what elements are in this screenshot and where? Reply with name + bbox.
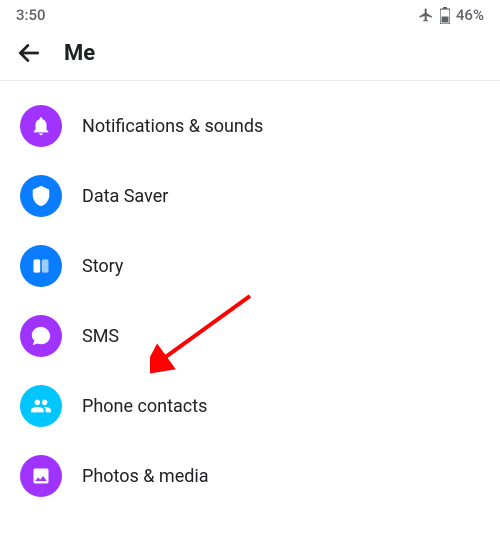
settings-item-notifications[interactable]: Notifications & sounds [0, 91, 500, 161]
airplane-mode-icon [418, 7, 434, 23]
battery-percent: 46% [456, 6, 484, 24]
status-bar: 3:50 46% [0, 0, 500, 28]
battery-icon [440, 7, 450, 24]
settings-item-label: Phone contacts [82, 396, 207, 417]
settings-item-story[interactable]: Story [0, 231, 500, 301]
shield-icon [20, 175, 62, 217]
settings-item-phone-contacts[interactable]: Phone contacts [0, 371, 500, 441]
photo-icon [20, 455, 62, 497]
arrow-left-icon [16, 40, 42, 66]
bell-icon [20, 105, 62, 147]
settings-item-label: SMS [82, 326, 119, 347]
settings-item-data-saver[interactable]: Data Saver [0, 161, 500, 231]
settings-item-sms[interactable]: SMS [0, 301, 500, 371]
back-button[interactable] [16, 40, 42, 66]
story-icon [20, 245, 62, 287]
settings-item-label: Story [82, 256, 123, 277]
settings-item-label: Data Saver [82, 186, 168, 207]
page-title: Me [64, 41, 95, 66]
settings-item-label: Notifications & sounds [82, 116, 263, 137]
settings-item-label: Photos & media [82, 466, 209, 487]
chat-icon [20, 315, 62, 357]
header: Me [0, 28, 500, 81]
contacts-icon [20, 385, 62, 427]
status-right: 46% [418, 6, 484, 24]
status-time: 3:50 [16, 6, 46, 24]
settings-list: Notifications & sounds Data Saver Story … [0, 81, 500, 521]
settings-item-photos-media[interactable]: Photos & media [0, 441, 500, 511]
